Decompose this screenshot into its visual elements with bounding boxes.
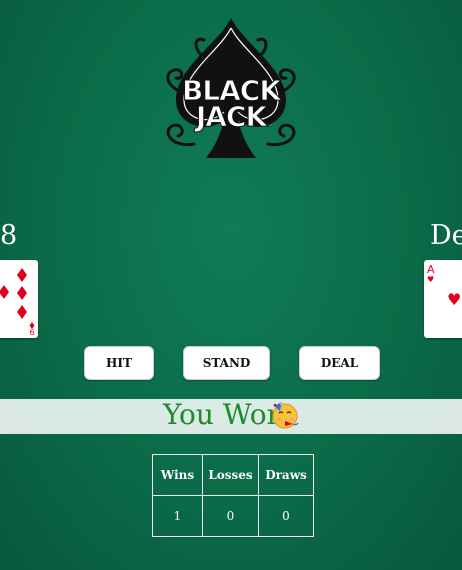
losses-value: 0 <box>202 495 259 537</box>
dealer-card-center-suit: ♥ <box>447 290 461 309</box>
blackjack-logo: BLACK JACK <box>166 18 296 158</box>
result-message: You Won <box>163 398 285 431</box>
wins-header: Wins <box>152 454 203 496</box>
score-table: Wins Losses Draws 1 0 0 <box>152 454 314 537</box>
score-table-header-row: Wins Losses Draws <box>152 454 314 496</box>
logo-text-jack: JACK <box>194 100 269 133</box>
dealer-label: De <box>430 220 462 251</box>
score-table-row: 1 0 0 <box>152 495 314 537</box>
deal-button[interactable]: DEAL <box>299 346 380 380</box>
player-score: 8 <box>0 220 18 251</box>
diamond-pips-icon: 6 <box>0 268 35 337</box>
partying-face-icon <box>272 402 299 429</box>
heart-pip-icon: A ♥ ♥ <box>427 263 461 309</box>
losses-header: Losses <box>202 454 259 496</box>
dealer-card-small-suit: ♥ <box>427 275 434 284</box>
stand-button[interactable]: STAND <box>183 346 270 380</box>
player-card-rank: 6 <box>29 328 34 337</box>
draws-header: Draws <box>258 454 314 496</box>
hit-button[interactable]: HIT <box>84 346 154 380</box>
draws-value: 0 <box>258 495 314 537</box>
player-card: 6 <box>0 260 38 338</box>
dealer-card: A ♥ ♥ <box>424 260 462 338</box>
wins-value: 1 <box>152 495 203 537</box>
